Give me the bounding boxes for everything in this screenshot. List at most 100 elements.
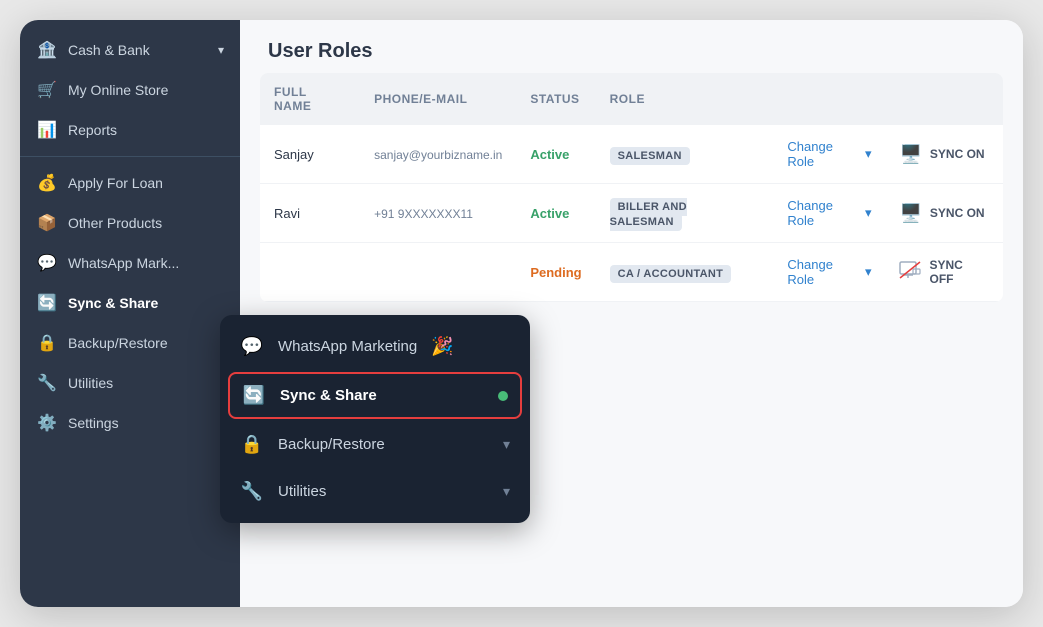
settings-icon: ⚙️: [36, 413, 58, 433]
dropdown-item-backup-restore[interactable]: 🔒 Backup/Restore ▾: [220, 421, 530, 468]
col-header-status: STATUS: [516, 73, 595, 125]
whatsapp-icon: 💬: [36, 253, 58, 273]
sidebar-label-backup-restore: Backup/Restore: [68, 335, 168, 351]
sidebar-item-sync-share[interactable]: 🔄 Sync & Share: [20, 283, 240, 323]
sidebar-item-apply-for-loan[interactable]: 💰 Apply For Loan: [20, 163, 240, 203]
store-icon: 🛒: [36, 80, 58, 100]
change-role-button-row3[interactable]: Change Role ▾: [787, 257, 871, 287]
chevron-down-icon: ▾: [865, 264, 872, 280]
status-badge-active: Active: [530, 206, 569, 221]
sync-label: SYNC ON: [930, 147, 985, 161]
products-icon: 📦: [36, 213, 58, 233]
user-phone-ravi: +91 9XXXXXXX11: [360, 184, 516, 243]
user-role-row3: CA / ACCOUNTANT: [596, 243, 774, 302]
role-badge-biller: BILLER AND SALESMAN: [610, 198, 687, 231]
sync-status-off: SYNC OFF: [899, 258, 989, 286]
utilities-icon: 🔧: [36, 373, 58, 393]
sync-status-on: 🖥️ SYNC ON: [899, 144, 989, 165]
change-role-button-sanjay[interactable]: Change Role ▾: [787, 139, 871, 169]
sidebar-item-backup-restore[interactable]: 🔒 Backup/Restore: [20, 323, 240, 363]
sidebar: 🏦 Cash & Bank ▾ 🛒 My Online Store 📊 Repo…: [20, 20, 240, 607]
role-badge-salesman: SALESMAN: [610, 147, 690, 165]
page-title: User Roles: [240, 20, 1023, 73]
dropdown-panel: 💬 WhatsApp Marketing 🎉 🔄 Sync & Share 🔒 …: [220, 315, 530, 523]
sidebar-item-cash-bank[interactable]: 🏦 Cash & Bank ▾: [20, 30, 240, 70]
col-header-change: [773, 73, 885, 125]
sync-device-icon: 🖥️: [899, 144, 921, 165]
col-header-phone: PHONE/E-MAIL: [360, 73, 516, 125]
user-phone-row3: [360, 243, 516, 302]
sidebar-label-sync-share: Sync & Share: [68, 295, 158, 311]
app-container: 🏦 Cash & Bank ▾ 🛒 My Online Store 📊 Repo…: [20, 20, 1023, 607]
dropdown-item-whatsapp-marketing[interactable]: 💬 WhatsApp Marketing 🎉: [220, 323, 530, 370]
role-badge-ca: CA / ACCOUNTANT: [610, 265, 732, 283]
backup-icon: 🔒: [36, 333, 58, 353]
sync-device-icon: 🖥️: [899, 203, 921, 224]
change-role-button-ravi[interactable]: Change Role ▾: [787, 198, 871, 228]
sync-cell-ravi: 🖥️ SYNC ON: [885, 184, 1003, 243]
change-role-cell-row3[interactable]: Change Role ▾: [773, 243, 885, 302]
sidebar-item-other-products[interactable]: 📦 Other Products: [20, 203, 240, 243]
chevron-right-icon: ▾: [503, 483, 510, 500]
whatsapp-dropdown-icon: 💬: [240, 336, 264, 357]
sidebar-item-utilities[interactable]: 🔧 Utilities: [20, 363, 240, 403]
sidebar-label-my-online-store: My Online Store: [68, 82, 168, 98]
sync-cell-sanjay: 🖥️ SYNC ON: [885, 125, 1003, 184]
table-row: Sanjay sanjay@yourbizname.in Active SALE…: [260, 125, 1003, 184]
status-badge-pending: Pending: [530, 265, 581, 280]
dropdown-item-utilities[interactable]: 🔧 Utilities ▾: [220, 468, 530, 515]
chevron-down-icon: ▾: [865, 146, 872, 162]
sidebar-label-utilities: Utilities: [68, 375, 113, 391]
sidebar-label-whatsapp-marketing: WhatsApp Mark...: [68, 255, 179, 271]
col-header-sync: [885, 73, 1003, 125]
change-role-cell-sanjay[interactable]: Change Role ▾: [773, 125, 885, 184]
reports-icon: 📊: [36, 120, 58, 140]
table-row: Pending CA / ACCOUNTANT Change Role ▾: [260, 243, 1003, 302]
sync-cell-row3: SYNC OFF: [885, 243, 1003, 302]
chevron-down-icon: ▾: [865, 205, 872, 221]
user-status-ravi: Active: [516, 184, 595, 243]
sync-status-on: 🖥️ SYNC ON: [899, 203, 989, 224]
sidebar-label-settings: Settings: [68, 415, 119, 431]
sidebar-divider: [20, 156, 240, 157]
sidebar-label-apply-for-loan: Apply For Loan: [68, 175, 163, 191]
phone-text: +91 9XXXXXXX11: [374, 207, 473, 221]
change-role-label: Change Role: [787, 139, 862, 169]
user-phone-sanjay: sanjay@yourbizname.in: [360, 125, 516, 184]
dropdown-label-whatsapp: WhatsApp Marketing: [278, 338, 417, 355]
sidebar-label-cash-bank: Cash & Bank: [68, 42, 150, 58]
sync-label: SYNC ON: [930, 206, 985, 220]
user-name-sanjay: Sanjay: [260, 125, 360, 184]
sidebar-item-whatsapp-marketing[interactable]: 💬 WhatsApp Mark...: [20, 243, 240, 283]
sync-icon: 🔄: [36, 293, 58, 313]
table-container: FULL NAME PHONE/E-MAIL STATUS ROLE Sanja…: [240, 73, 1023, 302]
change-role-label: Change Role: [787, 198, 862, 228]
status-badge-active: Active: [530, 147, 569, 162]
whatsapp-emoji: 🎉: [431, 336, 453, 357]
user-role-sanjay: SALESMAN: [596, 125, 774, 184]
dropdown-item-sync-share[interactable]: 🔄 Sync & Share: [228, 372, 522, 419]
sidebar-item-my-online-store[interactable]: 🛒 My Online Store: [20, 70, 240, 110]
green-status-dot: [498, 391, 508, 401]
col-header-role: ROLE: [596, 73, 774, 125]
cash-bank-icon: 🏦: [36, 40, 58, 60]
sync-label: SYNC OFF: [929, 258, 989, 286]
user-status-sanjay: Active: [516, 125, 595, 184]
sidebar-label-other-products: Other Products: [68, 215, 162, 231]
sidebar-item-reports[interactable]: 📊 Reports: [20, 110, 240, 150]
sync-device-off-icon: [899, 261, 921, 284]
table-header-row: FULL NAME PHONE/E-MAIL STATUS ROLE: [260, 73, 1003, 125]
sidebar-label-reports: Reports: [68, 122, 117, 138]
sidebar-item-settings[interactable]: ⚙️ Settings: [20, 403, 240, 443]
backup-dropdown-icon: 🔒: [240, 434, 264, 455]
user-name-row3: [260, 243, 360, 302]
user-name-ravi: Ravi: [260, 184, 360, 243]
chevron-right-icon: ▾: [503, 436, 510, 453]
table-row: Ravi +91 9XXXXXXX11 Active BILLER AND SA…: [260, 184, 1003, 243]
chevron-icon: ▾: [218, 43, 224, 57]
phone-text: sanjay@yourbizname.in: [374, 148, 502, 162]
user-roles-table: FULL NAME PHONE/E-MAIL STATUS ROLE Sanja…: [260, 73, 1003, 302]
change-role-cell-ravi[interactable]: Change Role ▾: [773, 184, 885, 243]
user-status-row3: Pending: [516, 243, 595, 302]
dropdown-label-sync: Sync & Share: [280, 387, 377, 404]
